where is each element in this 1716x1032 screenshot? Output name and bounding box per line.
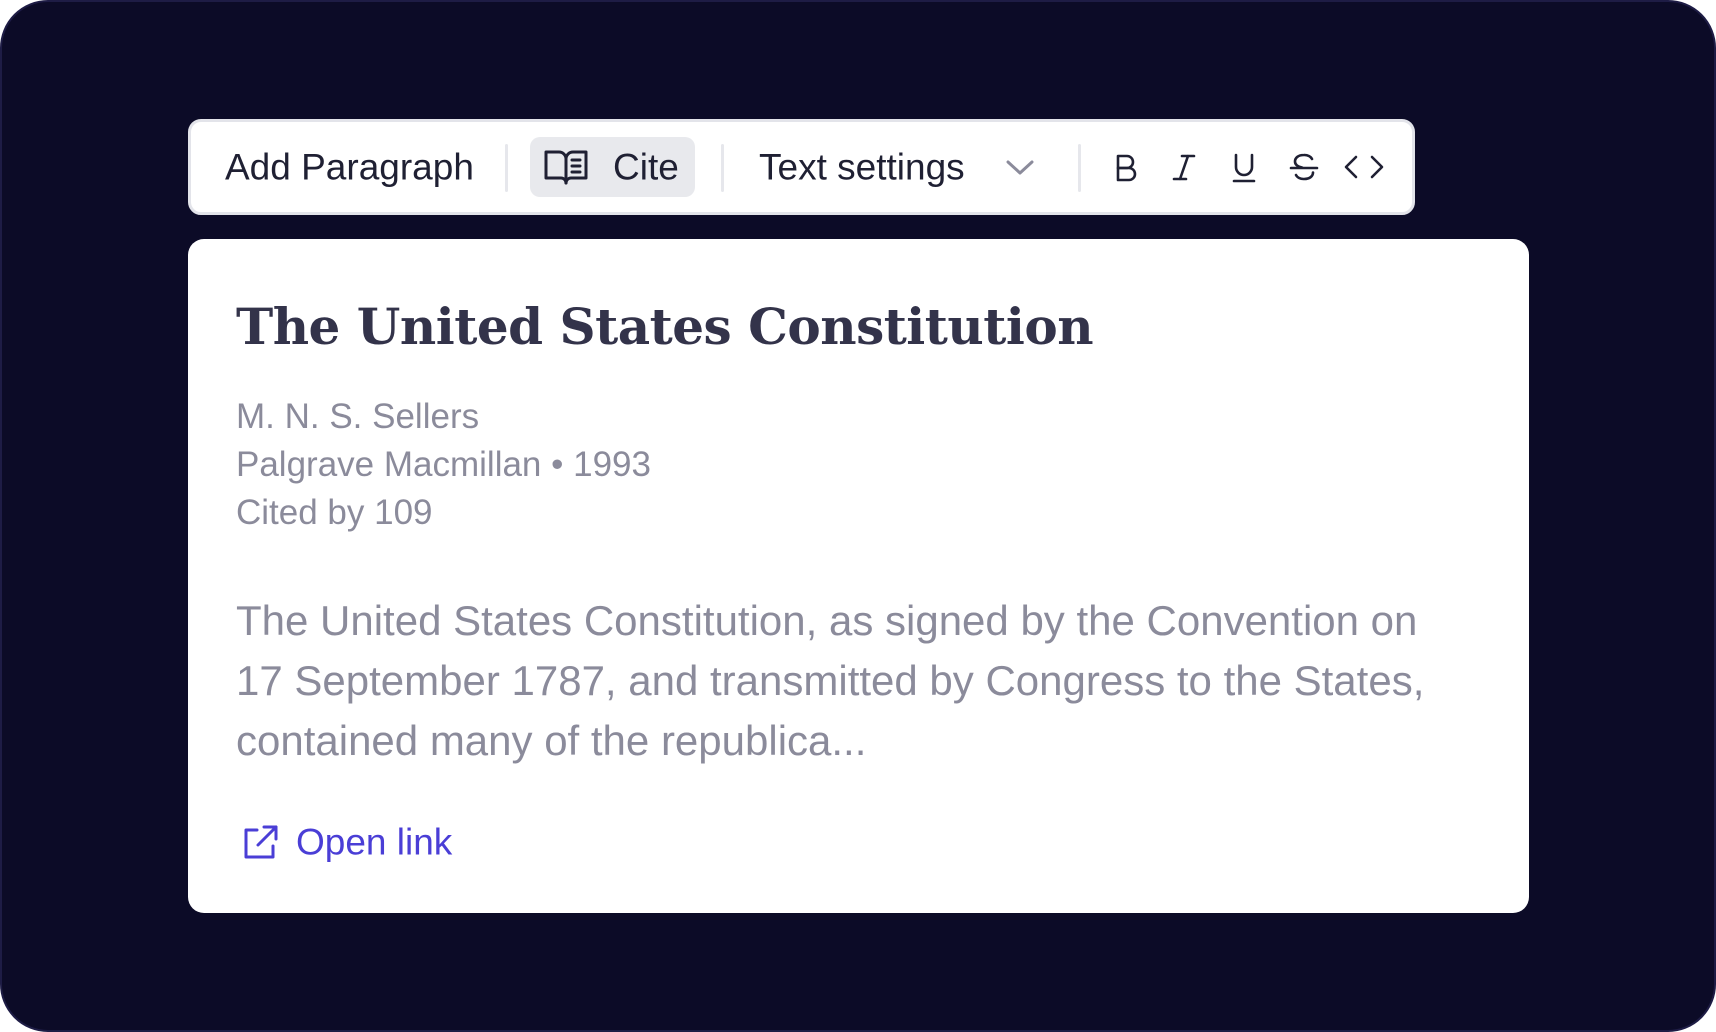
citation-author: M. N. S. Sellers [236, 397, 480, 436]
italic-icon [1161, 144, 1207, 190]
text-settings-dropdown[interactable]: Text settings [759, 137, 1047, 197]
citation-card: The United States Constitution M. N. S. … [188, 239, 1529, 913]
external-link-icon [244, 825, 278, 859]
open-link-label: Open link [296, 821, 453, 863]
citation-meta: M. N. S. Sellers Palgrave Macmillan • 19… [236, 393, 651, 537]
toolbar-divider [505, 144, 508, 192]
cite-label: Cite [613, 146, 679, 188]
add-paragraph-button[interactable]: Add Paragraph [225, 149, 474, 186]
book-open-icon [544, 148, 588, 186]
code-button[interactable] [1341, 144, 1387, 190]
citation-title: The United States Constitution [236, 297, 1094, 356]
citation-publisher-year: Palgrave Macmillan • 1993 [236, 445, 651, 484]
text-settings-label: Text settings [759, 146, 965, 188]
citation-abstract: The United States Constitution, as signe… [236, 597, 1425, 764]
editor-toolbar: Add Paragraph Cite Text settings [188, 119, 1415, 215]
chevron-down-icon [1005, 157, 1035, 177]
strikethrough-button[interactable] [1281, 144, 1327, 190]
cite-button[interactable]: Cite [530, 137, 695, 197]
app-frame: Add Paragraph Cite Text settings The Uni… [0, 0, 1716, 1032]
code-icon [1341, 144, 1387, 190]
open-link-button[interactable]: Open link [240, 819, 480, 865]
underline-icon [1221, 144, 1267, 190]
citation-cited-by: Cited by 109 [236, 493, 433, 532]
toolbar-divider [721, 144, 724, 192]
italic-button[interactable] [1161, 144, 1207, 190]
bold-button[interactable] [1102, 144, 1148, 190]
toolbar-divider [1078, 144, 1081, 192]
bold-icon [1102, 144, 1148, 190]
strikethrough-icon [1281, 144, 1327, 190]
underline-button[interactable] [1221, 144, 1267, 190]
